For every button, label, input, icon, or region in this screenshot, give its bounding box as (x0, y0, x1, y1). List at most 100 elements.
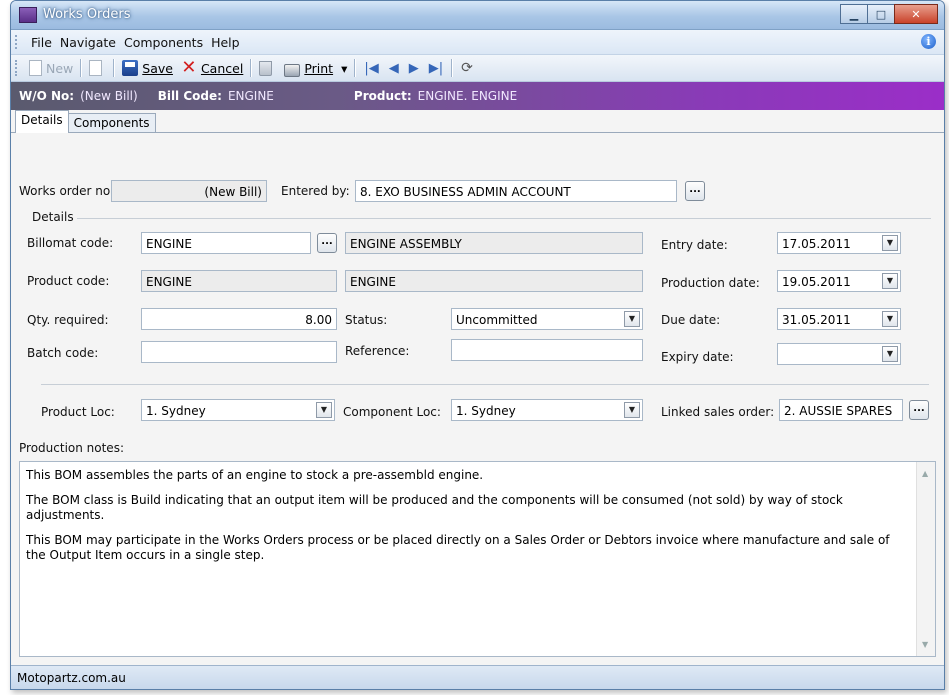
last-record-icon[interactable]: ▶| (424, 61, 448, 76)
linked-sales-order-lookup-button[interactable]: ... (909, 400, 929, 420)
next-record-icon[interactable]: ▶ (404, 61, 424, 76)
print-button[interactable]: Print (280, 57, 337, 79)
cancel-label: Cancel (200, 60, 244, 76)
entered-by-lookup-button[interactable]: ... (685, 181, 705, 201)
menu-bar: File Navigate Components Help i (11, 30, 944, 55)
linked-sales-order-field[interactable]: 2. AUSSIE SPARES (779, 399, 903, 421)
component-loc-select[interactable]: 1. Sydney ▼ (451, 399, 643, 421)
wo-no-group: W/O No: (New Bill) (19, 89, 138, 103)
production-date-dropdown-icon[interactable]: ▼ (882, 273, 898, 289)
expiry-date-dropdown-icon[interactable]: ▼ (882, 346, 898, 362)
bill-code-label: Bill Code: (157, 89, 222, 103)
component-loc-label: Component Loc: (343, 405, 441, 419)
bill-code-value: ENGINE (227, 89, 274, 103)
production-notes-label: Production notes: (19, 441, 124, 455)
product-code-field: ENGINE (141, 270, 337, 292)
printer-icon (284, 63, 301, 77)
menu-components[interactable]: Components (120, 35, 207, 50)
status-dropdown-icon[interactable]: ▼ (624, 311, 640, 327)
toolbar-separator (354, 59, 357, 77)
linked-sales-order-label: Linked sales order: (661, 405, 775, 419)
print-label: Print (304, 60, 334, 76)
billomat-code-field[interactable]: ENGINE (141, 232, 311, 254)
billomat-code-label: Billomat code: (27, 236, 114, 250)
edit-button[interactable] (85, 57, 110, 79)
billomat-description-field: ENGINE ASSEMBLY (345, 232, 643, 254)
print-dropdown-button[interactable]: ▾ (337, 57, 351, 79)
production-date-value: 19.05.2011 (782, 275, 851, 289)
window-controls: ▁ □ ✕ (840, 4, 938, 24)
product-loc-label: Product Loc: (41, 405, 115, 419)
notes-paragraph: The BOM class is Build indicating that a… (26, 493, 843, 522)
menu-file[interactable]: File (27, 35, 56, 50)
production-notes-textarea[interactable]: This BOM assembles the parts of an engin… (19, 461, 936, 657)
cancel-button[interactable]: ✕ Cancel (177, 57, 247, 79)
product-loc-select[interactable]: 1. Sydney ▼ (141, 399, 335, 421)
location-divider (41, 384, 929, 385)
details-group-label: Details (29, 210, 77, 224)
details-group-line (71, 218, 931, 219)
toolbar-separator (113, 59, 116, 77)
close-button[interactable]: ✕ (894, 4, 938, 24)
entry-date-label: Entry date: (661, 238, 728, 252)
toolbar-separator (451, 59, 454, 77)
app-icon (19, 7, 37, 23)
product-loc-dropdown-icon[interactable]: ▼ (316, 402, 332, 418)
entered-by-field[interactable]: 8. EXO BUSINESS ADMIN ACCOUNT (355, 180, 677, 202)
maximize-button[interactable]: □ (867, 4, 895, 24)
toolbar-separator (250, 59, 253, 77)
bill-code-group: Bill Code: ENGINE (158, 89, 274, 103)
status-value: Uncommitted (456, 313, 538, 327)
notes-scrollbar[interactable]: ▲ ▼ (916, 462, 935, 656)
tab-strip: Details Components (11, 110, 944, 133)
edit-icon (89, 60, 103, 76)
batch-code-field[interactable] (141, 341, 337, 363)
refresh-icon[interactable]: ⟳ (456, 60, 478, 76)
tab-components[interactable]: Components (67, 113, 156, 132)
component-loc-dropdown-icon[interactable]: ▼ (624, 402, 640, 418)
scroll-down-icon[interactable]: ▼ (922, 637, 928, 652)
qty-required-field[interactable]: 8.00 (141, 308, 337, 330)
notes-paragraph: This BOM may participate in the Works Or… (26, 533, 890, 562)
menu-navigate[interactable]: Navigate (56, 35, 120, 50)
info-icon[interactable]: i (921, 34, 936, 49)
due-date-dropdown-icon[interactable]: ▼ (882, 311, 898, 327)
product-description-field: ENGINE (345, 270, 643, 292)
new-button[interactable]: New (25, 57, 77, 79)
save-button[interactable]: Save (118, 57, 177, 79)
production-date-field[interactable]: 19.05.2011 ▼ (777, 270, 901, 292)
reference-field[interactable] (451, 339, 643, 361)
component-loc-value: 1. Sydney (456, 404, 516, 418)
entry-date-value: 17.05.2011 (782, 237, 851, 251)
scroll-up-icon[interactable]: ▲ (922, 466, 928, 481)
entry-date-dropdown-icon[interactable]: ▼ (882, 235, 898, 251)
delete-button[interactable] (255, 57, 280, 79)
expiry-date-field[interactable]: ▼ (777, 343, 901, 365)
save-disk-icon (122, 60, 139, 76)
title-bar[interactable]: Works Orders ▁ □ ✕ (11, 1, 944, 30)
first-record-icon[interactable]: |◀ (359, 61, 383, 76)
entry-date-field[interactable]: 17.05.2011 ▼ (777, 232, 901, 254)
toolbar-grip (15, 60, 21, 76)
product-code-label: Product code: (27, 274, 110, 288)
batch-code-label: Batch code: (27, 346, 99, 360)
product-loc-value: 1. Sydney (146, 404, 206, 418)
toolbar: New Save ✕ Cancel Print ▾ |◀ ◀ ▶ ▶| ⟳ (11, 55, 944, 82)
works-order-no-field: (New Bill) (111, 180, 267, 202)
tab-details[interactable]: Details (15, 110, 69, 133)
status-label: Status: (345, 313, 388, 327)
expiry-date-label: Expiry date: (661, 350, 734, 364)
due-date-label: Due date: (661, 313, 721, 327)
wo-no-value: (New Bill) (80, 89, 138, 103)
product-value: ENGINE. ENGINE (417, 89, 518, 103)
billomat-lookup-button[interactable]: ... (317, 233, 337, 253)
toolbar-separator (80, 59, 83, 77)
due-date-value: 31.05.2011 (782, 313, 851, 327)
status-bar: Motopartz.com.au (11, 665, 944, 689)
minimize-button[interactable]: ▁ (840, 4, 868, 24)
previous-record-icon[interactable]: ◀ (384, 61, 404, 76)
due-date-field[interactable]: 31.05.2011 ▼ (777, 308, 901, 330)
status-select[interactable]: Uncommitted ▼ (451, 308, 643, 330)
notes-paragraph: This BOM assembles the parts of an engin… (26, 468, 484, 482)
menu-help[interactable]: Help (207, 35, 244, 50)
